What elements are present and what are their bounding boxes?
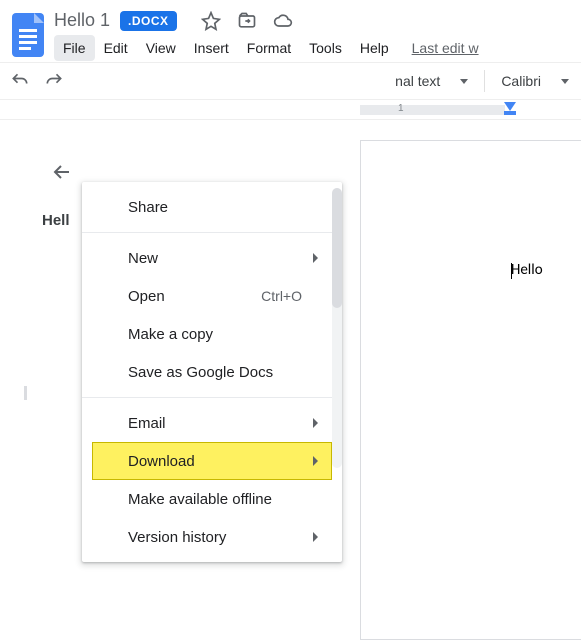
- file-menu-save-as-google-docs[interactable]: Save as Google Docs: [82, 353, 342, 391]
- last-edit-link[interactable]: Last edit w: [398, 35, 479, 61]
- title-area: Hello 1 .DOCX File Edit View Insert Form…: [54, 8, 573, 61]
- font-select[interactable]: Calibri: [497, 73, 573, 89]
- move-to-folder-icon[interactable]: [237, 11, 257, 31]
- ruler-label: 1: [398, 103, 404, 114]
- file-menu-share[interactable]: Share: [82, 188, 342, 226]
- document-title[interactable]: Hello 1: [54, 10, 110, 31]
- file-menu-new[interactable]: New: [82, 239, 342, 277]
- file-menu-open[interactable]: Open Ctrl+O: [82, 277, 342, 315]
- font-select-label: Calibri: [501, 73, 541, 89]
- paragraph-style-select[interactable]: nal text: [391, 73, 472, 89]
- indent-left-icon[interactable]: [504, 111, 516, 115]
- menu-item-label: Save as Google Docs: [128, 364, 273, 381]
- menu-item-label: Version history: [128, 529, 226, 546]
- document-page[interactable]: Hello: [360, 140, 581, 640]
- outline-panel: Hell: [0, 120, 90, 520]
- menu-item-label: Share: [128, 199, 168, 216]
- file-menu-make-copy[interactable]: Make a copy: [82, 315, 342, 353]
- redo-icon[interactable]: [42, 69, 66, 93]
- toolbar: nal text Calibri: [0, 62, 581, 100]
- file-menu-download[interactable]: Download: [92, 442, 332, 480]
- outline-marker: [24, 386, 27, 400]
- dropdown-scrollbar[interactable]: [332, 188, 342, 468]
- menu-item-label: Download: [128, 453, 195, 470]
- star-icon[interactable]: [201, 11, 221, 31]
- back-arrow-icon[interactable]: [50, 160, 74, 187]
- title-row: Hello 1 .DOCX: [54, 8, 573, 31]
- menu-item-label: Open: [128, 288, 165, 305]
- menu-edit[interactable]: Edit: [95, 35, 137, 61]
- cloud-status-icon[interactable]: [273, 11, 293, 31]
- menu-separator: [82, 397, 342, 398]
- submenu-caret-icon: [313, 532, 318, 542]
- submenu-caret-icon: [313, 253, 318, 263]
- menu-item-label: New: [128, 250, 158, 267]
- menu-item-label: Make available offline: [128, 491, 272, 508]
- header: Hello 1 .DOCX File Edit View Insert Form…: [0, 0, 581, 62]
- submenu-caret-icon: [313, 456, 318, 466]
- menu-help[interactable]: Help: [351, 35, 398, 61]
- menu-format[interactable]: Format: [238, 35, 300, 61]
- submenu-caret-icon: [313, 418, 318, 428]
- menu-item-label: Email: [128, 415, 166, 432]
- toolbar-separator: [484, 70, 485, 92]
- menu-item-label: Make a copy: [128, 326, 213, 343]
- document-text-content: Hello: [511, 261, 543, 279]
- menu-file[interactable]: File: [54, 35, 95, 61]
- file-menu-dropdown: Share New Open Ctrl+O Make a copy Save a…: [82, 182, 342, 562]
- menu-item-shortcut: Ctrl+O: [261, 288, 302, 304]
- outline-heading[interactable]: Hell: [42, 212, 70, 229]
- file-menu-make-available-offline[interactable]: Make available offline: [82, 480, 342, 518]
- title-icons: [201, 11, 293, 31]
- undo-icon[interactable]: [8, 69, 32, 93]
- ruler-margin: [360, 105, 505, 115]
- file-menu-version-history[interactable]: Version history: [82, 518, 342, 556]
- menubar: File Edit View Insert Format Tools Help …: [54, 35, 573, 61]
- indent-first-line-icon[interactable]: [504, 102, 516, 111]
- menu-separator: [82, 232, 342, 233]
- paragraph-style-label: nal text: [395, 73, 440, 89]
- docs-logo[interactable]: [8, 8, 48, 62]
- docx-badge: .DOCX: [120, 11, 177, 31]
- menu-view[interactable]: View: [137, 35, 185, 61]
- chevron-down-icon: [561, 79, 569, 84]
- menu-insert[interactable]: Insert: [185, 35, 238, 61]
- content: Hell Hello Share New Open Ctrl+O Make a …: [0, 120, 581, 520]
- toolbar-right: nal text Calibri: [391, 70, 573, 92]
- document-text[interactable]: Hello: [511, 261, 543, 279]
- menu-tools[interactable]: Tools: [300, 35, 351, 61]
- file-menu-email[interactable]: Email: [82, 404, 342, 442]
- chevron-down-icon: [460, 79, 468, 84]
- horizontal-ruler[interactable]: 1: [0, 100, 581, 120]
- scrollbar-thumb[interactable]: [332, 188, 342, 308]
